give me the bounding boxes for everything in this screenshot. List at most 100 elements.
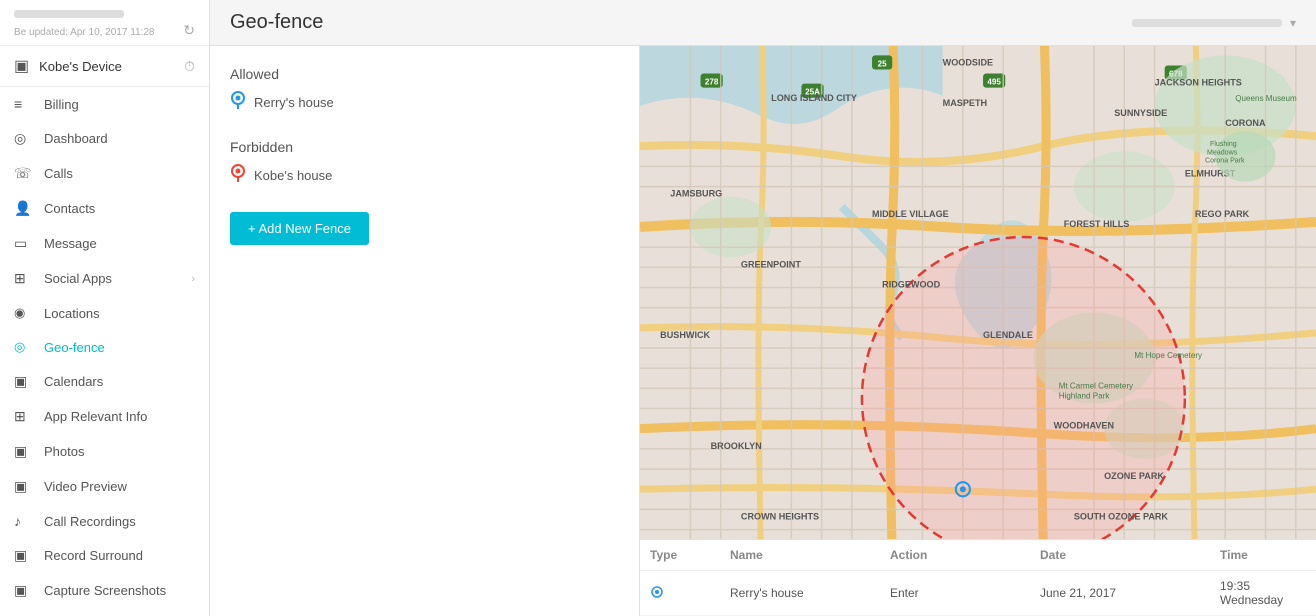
svg-text:Highland Park: Highland Park (1059, 391, 1111, 400)
sidebar-item-call-recordings[interactable]: ♪ Call Recordings (0, 504, 209, 538)
table-row: Rerry's house Enter June 21, 2017 19:35 … (640, 571, 1316, 616)
svg-text:495: 495 (987, 78, 1001, 87)
sidebar-header: Be updated: Apr 10, 2017 11:28 ↻ (0, 0, 209, 46)
svg-text:LONG ISLAND CITY: LONG ISLAND CITY (771, 93, 857, 103)
allowed-section: Allowed Rerry's house (230, 66, 619, 123)
svg-text:Mt Carmel Cemetery: Mt Carmel Cemetery (1059, 381, 1134, 390)
account-name-bar (14, 10, 124, 18)
social-apps-arrow: › (191, 273, 195, 285)
svg-text:MASPETH: MASPETH (943, 98, 987, 108)
geo-fence-icon: ◎ (14, 339, 34, 355)
map-area[interactable]: 278 25A 25 495 678 (640, 46, 1316, 539)
device-icon: ▣ (14, 56, 29, 76)
app-relevant-icon: ⊞ (14, 408, 34, 425)
allowed-title: Allowed (230, 66, 619, 82)
forbidden-title: Forbidden (230, 139, 619, 155)
refresh-icon[interactable]: ↻ (183, 22, 195, 39)
right-section: 278 25A 25 495 678 (640, 46, 1316, 616)
photos-icon: ▣ (14, 443, 34, 460)
svg-text:CORONA: CORONA (1225, 118, 1266, 128)
video-preview-icon: ▣ (14, 478, 34, 495)
col-name-header: Name (720, 548, 880, 562)
table-header: Type Name Action Date Time (640, 540, 1316, 571)
top-bar-account (1132, 19, 1282, 27)
svg-text:Mt Hope Cemetery: Mt Hope Cemetery (1134, 351, 1203, 360)
forbidden-pin-icon (230, 163, 246, 188)
nav-label-app-relevant: App Relevant Info (44, 409, 195, 424)
nav-label-dashboard: Dashboard (44, 131, 195, 146)
sidebar-account (14, 10, 195, 18)
sidebar-item-photos[interactable]: ▣ Photos (0, 434, 209, 469)
sidebar: Be updated: Apr 10, 2017 11:28 ↻ ▣ Kobe'… (0, 0, 210, 616)
svg-text:BROOKLYN: BROOKLYN (711, 441, 762, 451)
row-name-0: Rerry's house (720, 586, 880, 600)
col-date-header: Date (1030, 548, 1210, 562)
svg-text:278: 278 (705, 78, 719, 87)
device-name: Kobe's Device (39, 59, 122, 74)
device-row: ▣ Kobe's Device ⏱ (0, 46, 209, 87)
call-recordings-icon: ♪ (14, 513, 34, 529)
locations-icon: ◉ (14, 305, 34, 321)
sidebar-item-calls[interactable]: ☏ Calls (0, 156, 209, 191)
nav-label-geo-fence: Geo-fence (44, 340, 195, 355)
sidebar-item-dashboard[interactable]: ◎ Dashboard (0, 121, 209, 156)
top-bar: Geo-fence ▾ (210, 0, 1316, 46)
svg-text:GREENPOINT: GREENPOINT (741, 259, 801, 269)
allowed-pin-icon (230, 90, 246, 115)
nav-label-calendars: Calendars (44, 374, 195, 389)
calendars-icon: ▣ (14, 373, 34, 390)
nav-label-record-surround: Record Surround (44, 548, 195, 563)
nav-label-billing: Billing (44, 97, 195, 112)
svg-text:25: 25 (878, 59, 887, 68)
add-fence-button[interactable]: + Add New Fence (230, 212, 369, 245)
top-bar-right: ▾ (1132, 16, 1296, 30)
last-updated: Be updated: Apr 10, 2017 11:28 (14, 27, 155, 38)
svg-text:JAMSBURG: JAMSBURG (670, 189, 722, 199)
svg-text:SUNNYSIDE: SUNNYSIDE (1114, 108, 1167, 118)
sidebar-item-message[interactable]: ▭ Message (0, 226, 209, 261)
nav-menu: ≡ Billing ◎ Dashboard ☏ Calls 👤 Contacts… (0, 87, 209, 616)
svg-text:CROWN HEIGHTS: CROWN HEIGHTS (741, 512, 819, 522)
nav-label-contacts: Contacts (44, 201, 195, 216)
sidebar-item-billing[interactable]: ≡ Billing (0, 87, 209, 121)
svg-text:Queens Museum: Queens Museum (1235, 94, 1297, 103)
sidebar-item-video-preview[interactable]: ▣ Video Preview (0, 469, 209, 504)
sidebar-item-locations[interactable]: ◉ Locations (0, 296, 209, 330)
nav-label-social-apps: Social Apps (44, 271, 191, 286)
page-title: Geo-fence (230, 11, 323, 34)
sidebar-item-calendars[interactable]: ▣ Calendars (0, 364, 209, 399)
nav-label-photos: Photos (44, 444, 195, 459)
sidebar-item-record-surround[interactable]: ▣ Record Surround (0, 538, 209, 573)
svg-text:REGO PARK: REGO PARK (1195, 209, 1250, 219)
message-icon: ▭ (14, 235, 34, 252)
sidebar-item-geo-fence[interactable]: ◎ Geo-fence (0, 330, 209, 364)
nav-label-message: Message (44, 236, 195, 251)
record-surround-icon: ▣ (14, 547, 34, 564)
billing-icon: ≡ (14, 96, 34, 112)
nav-label-capture-screenshots: Capture Screenshots (44, 583, 195, 598)
sidebar-item-app-relevant[interactable]: ⊞ App Relevant Info (0, 399, 209, 434)
sidebar-item-capture-screenshots[interactable]: ▣ Capture Screenshots (0, 573, 209, 608)
forbidden-item-0: Kobe's house (230, 163, 619, 188)
nav-label-video-preview: Video Preview (44, 479, 195, 494)
svg-text:FOREST HILLS: FOREST HILLS (1064, 219, 1130, 229)
main-content: Geo-fence ▾ Allowed Rerry's house (210, 0, 1316, 616)
nav-label-calls: Calls (44, 166, 195, 181)
nav-label-call-recordings: Call Recordings (44, 514, 195, 529)
svg-text:GLENDALE: GLENDALE (983, 330, 1033, 340)
sidebar-item-contacts[interactable]: 👤 Contacts (0, 191, 209, 226)
social-apps-icon: ⊞ (14, 270, 34, 287)
table-area: Type Name Action Date Time Rerry's house (640, 539, 1316, 616)
calls-icon: ☏ (14, 165, 34, 182)
allowed-item-0: Rerry's house (230, 90, 619, 115)
dropdown-arrow-icon[interactable]: ▾ (1290, 16, 1296, 30)
svg-text:Flushing: Flushing (1210, 141, 1237, 148)
row-action-0: Enter (880, 586, 1030, 600)
capture-screenshots-icon: ▣ (14, 582, 34, 599)
row-type-0 (640, 585, 720, 602)
svg-text:OZONE PARK: OZONE PARK (1104, 471, 1164, 481)
svg-text:Corona Park: Corona Park (1205, 157, 1245, 164)
sidebar-item-social-apps[interactable]: ⊞ Social Apps › (0, 261, 209, 296)
row-date-0: June 21, 2017 (1030, 586, 1210, 600)
device-clock-icon: ⏱ (184, 58, 195, 75)
